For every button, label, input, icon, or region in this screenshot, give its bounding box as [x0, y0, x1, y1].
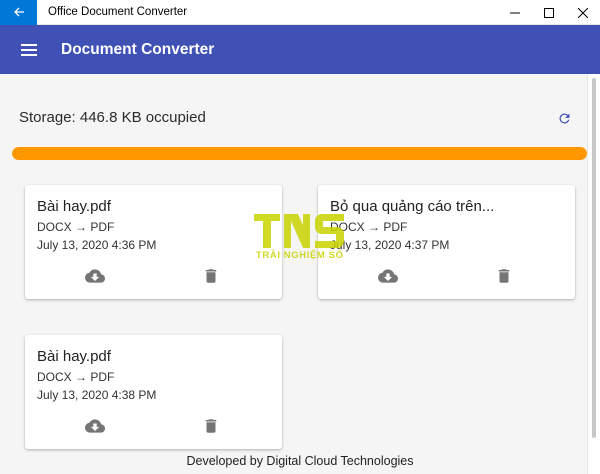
- file-card: Bỏ qua quảng cáo trên... DOCX → PDF July…: [318, 185, 575, 299]
- file-conversion: DOCX → PDF: [330, 220, 408, 234]
- file-conversion: DOCX → PDF: [37, 220, 115, 234]
- file-name: Bài hay.pdf: [37, 348, 111, 365]
- cloud-download-icon: [378, 269, 398, 283]
- download-button[interactable]: [84, 415, 106, 437]
- close-icon: [578, 7, 588, 18]
- close-button[interactable]: [566, 0, 600, 25]
- file-card: Bài hay.pdf DOCX → PDF July 13, 2020 4:3…: [25, 335, 282, 449]
- window-title: Office Document Converter: [48, 6, 188, 18]
- trash-icon: [498, 269, 510, 283]
- main-content: Storage: 446.8 KB occupied Bài hay.pdf D…: [0, 74, 587, 474]
- delete-button[interactable]: [200, 415, 222, 437]
- file-card: Bài hay.pdf DOCX → PDF July 13, 2020 4:3…: [25, 185, 282, 299]
- window-titlebar: Office Document Converter: [0, 0, 600, 25]
- minimize-button[interactable]: [498, 0, 532, 25]
- minimize-icon: [510, 12, 520, 13]
- refresh-icon: [558, 112, 569, 123]
- cloud-download-icon: [85, 419, 105, 433]
- file-date: July 13, 2020 4:37 PM: [330, 238, 450, 252]
- app-bar: Document Converter: [0, 25, 600, 74]
- refresh-button[interactable]: [555, 109, 573, 127]
- arrow-left-icon: [13, 7, 24, 17]
- download-button[interactable]: [377, 265, 399, 287]
- storage-label: Storage: 446.8 KB occupied: [19, 109, 206, 126]
- trash-icon: [205, 269, 217, 283]
- file-conversion: DOCX → PDF: [37, 370, 115, 384]
- storage-progress-fill: [12, 147, 587, 160]
- cloud-download-icon: [85, 269, 105, 283]
- file-name: Bài hay.pdf: [37, 198, 111, 215]
- file-date: July 13, 2020 4:38 PM: [37, 388, 157, 402]
- file-date: July 13, 2020 4:36 PM: [37, 238, 157, 252]
- footer-credit: Developed by Digital Cloud Technologies: [186, 454, 414, 468]
- download-button[interactable]: [84, 265, 106, 287]
- app-title: Document Converter: [61, 40, 215, 58]
- menu-button[interactable]: [16, 37, 42, 63]
- vertical-scrollbar[interactable]: [587, 74, 600, 474]
- hamburger-icon: [21, 43, 37, 56]
- maximize-button[interactable]: [532, 0, 566, 25]
- storage-progress-bar: [12, 147, 587, 160]
- window-controls: [498, 0, 600, 25]
- scrollbar-thumb[interactable]: [592, 78, 596, 438]
- file-name: Bỏ qua quảng cáo trên...: [330, 198, 495, 215]
- delete-button[interactable]: [493, 265, 515, 287]
- back-button[interactable]: [0, 0, 37, 25]
- delete-button[interactable]: [200, 265, 222, 287]
- trash-icon: [205, 419, 217, 433]
- maximize-icon: [544, 7, 554, 18]
